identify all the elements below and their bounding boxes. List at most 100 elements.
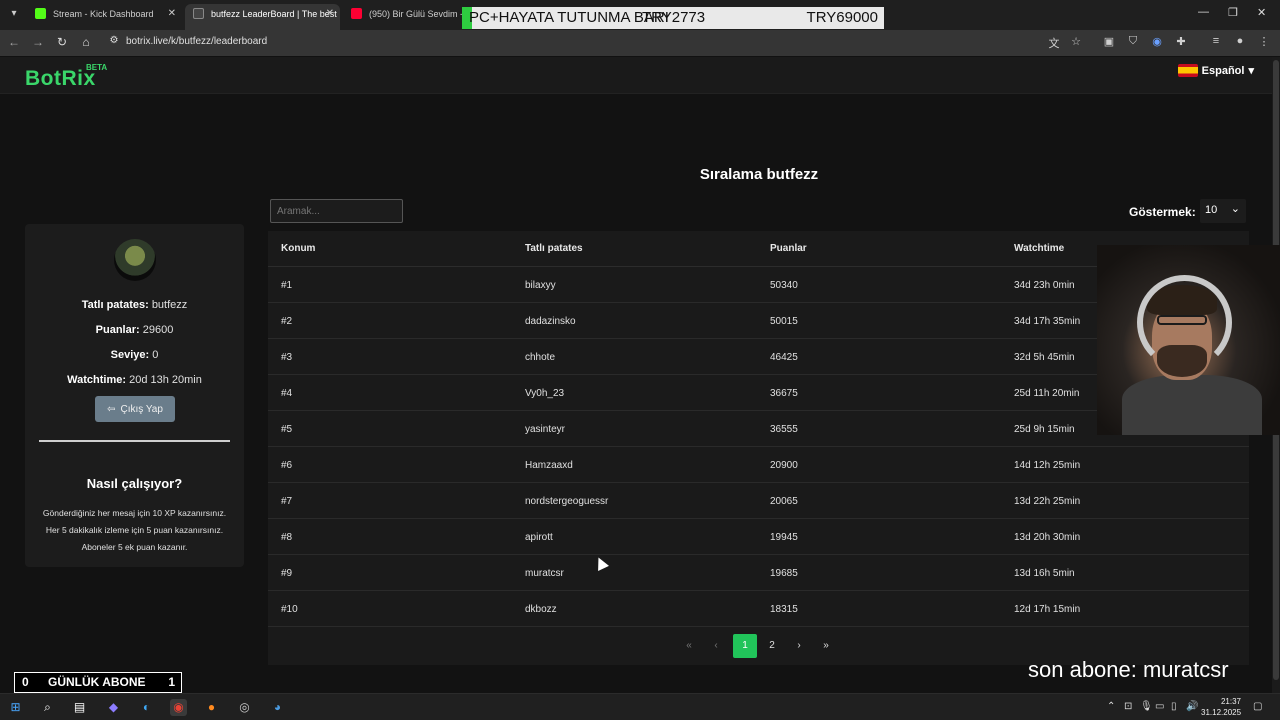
home-icon[interactable]: ⌂ [78,35,94,49]
row-rank: #6 [281,460,293,471]
obs-icon[interactable]: ◎ [236,699,253,716]
table-row: #8 apirott 19945 13d 20h 30min [268,519,1249,555]
notification-icon[interactable]: ▢ [1253,701,1262,712]
close-icon[interactable]: ✕ [168,4,176,24]
row-points: 20900 [770,460,798,471]
row-user: nordstergeoguessr [525,496,609,507]
row-points: 20065 [770,496,798,507]
site-info-icon[interactable]: ⚙ [106,35,122,46]
row-rank: #7 [281,496,293,507]
search-input[interactable] [270,199,403,223]
row-rank: #1 [281,280,293,291]
row-watchtime: 34d 23h 0min [1014,280,1075,291]
row-rank: #4 [281,388,293,399]
table-row: #9 muratcsr 19685 13d 16h 5min [268,555,1249,591]
prev-page-icon[interactable]: ‹ [704,634,728,658]
edge-icon[interactable]: ◐ [138,699,155,716]
sub-count-label: GÜNLÜK ABONE [48,675,146,689]
media-icon[interactable]: ≡ [1208,35,1224,47]
avatar [114,239,156,281]
windows-start-icon[interactable]: ⊞ [7,699,24,716]
page-1-button[interactable]: 1 [733,634,757,658]
last-page-icon[interactable]: » [814,634,838,658]
profile-name-label: Tatlı patates: [81,299,149,311]
sub-count-left: 0 [22,675,29,689]
profile-icon[interactable]: ● [1232,35,1248,47]
webcam-overlay [1097,245,1280,435]
translate-icon[interactable]: 文 [1046,35,1062,51]
bookmark-star-icon[interactable]: ☆ [1068,35,1084,48]
row-user: dkbozz [525,604,557,615]
forward-icon[interactable]: → [30,35,46,49]
divider [39,440,230,442]
first-page-icon[interactable]: « [677,634,701,658]
search-icon[interactable]: ⌕ [39,699,56,716]
back-icon[interactable]: ← [6,35,22,49]
tab-label: butfezz LeaderBoard | The best [211,9,337,19]
row-user: bilaxyy [525,280,556,291]
firefox-icon[interactable]: ● [203,699,220,716]
kick-icon [35,8,46,19]
tray-app-icon[interactable]: ⊡ [1124,701,1132,712]
close-window-icon[interactable]: ✕ [1257,6,1266,19]
row-watchtime: 25d 9h 15min [1014,424,1075,435]
header-rank[interactable]: Konum [281,243,315,254]
address-bar: ← → ↻ ⌂ ⚙ botrix.live/k/butfezz/leaderbo… [0,30,1280,57]
donation-ticker: PC+HAYATA TUTUNMA BARI TRY2773 TRY69000 [462,7,884,29]
clock[interactable]: 21:37 31.12.2025 [1201,696,1241,718]
close-icon[interactable]: ✕ [326,4,334,24]
page-size-select[interactable]: 10 ⌄ [1200,199,1246,223]
header-points[interactable]: Puanlar [770,243,807,254]
copilot-icon[interactable]: ◆ [105,699,122,716]
chrome-icon[interactable]: ◉ [170,699,187,716]
url-field[interactable]: botrix.live/k/butfezz/leaderboard [126,36,267,47]
language-label: Español [1201,64,1245,77]
chevron-down-icon: ▾ [1248,65,1254,77]
table-row: #7 nordstergeoguessr 20065 13d 22h 25min [268,483,1249,519]
steam-icon[interactable]: ◕ [269,699,286,716]
puzzle-icon[interactable]: ✚ [1173,35,1189,48]
logout-button[interactable]: ⇦ Çıkış Yap [95,396,175,422]
how-it-works-text: Gönderdiğiniz her mesaj için 10 XP kazan… [35,505,234,556]
profile-name-value: butfezz [151,299,188,311]
daily-sub-counter: 0 GÜNLÜK ABONE 1 [14,672,182,693]
tab-leaderboard[interactable]: butfezz LeaderBoard | The best ✕ [185,4,340,30]
row-user: apirott [525,532,553,543]
sub-count-right: 1 [168,675,175,689]
webcam-shirt [1122,375,1262,435]
task-view-icon[interactable]: ▤ [71,699,88,716]
next-page-icon[interactable]: › [787,634,811,658]
how-line-3: Aboneler 5 ek puan kazanır. [81,542,188,552]
youtube-icon [351,8,362,19]
row-rank: #8 [281,532,293,543]
menu-icon[interactable]: ⋮ [1256,35,1272,48]
how-it-works-title: Nasıl çalışıyor? [86,476,183,491]
network-icon[interactable]: ▯ [1171,701,1177,712]
volume-icon[interactable]: 🔊 [1186,701,1198,712]
tab-kick-dashboard[interactable]: Stream - Kick Dashboard ✕ [27,4,182,30]
language-selector[interactable]: Español ▾ [1177,64,1254,77]
tray-chevron-icon[interactable]: ⌃ [1107,701,1115,712]
profile-name: Tatlı patates: butfezz [25,299,244,311]
reload-icon[interactable]: ↻ [54,35,70,49]
header-watchtime[interactable]: Watchtime [1014,243,1064,254]
restore-icon[interactable]: ❐ [1228,6,1238,19]
tab-search-icon[interactable]: ▾ [6,6,22,22]
profile-points-label: Puanlar: [95,324,140,336]
how-line-1: Gönderdiğiniz her mesaj için 10 XP kazan… [42,508,227,518]
shield-icon[interactable]: ⛉ [1125,35,1141,48]
header-user[interactable]: Tatlı patates [525,243,583,254]
tab-label: Stream - Kick Dashboard [53,9,154,19]
page-2-button[interactable]: 2 [760,634,784,658]
minimize-icon[interactable]: — [1198,6,1209,18]
row-points: 18315 [770,604,798,615]
tab-youtube[interactable]: (950) Bir Gülü Sevdim - You [343,4,463,30]
page-title: Sıralama butfezz [699,166,819,183]
row-user: yasinteyr [525,424,566,435]
row-watchtime: 34d 17h 35min [1014,316,1081,327]
audio-extension-icon[interactable]: ◉ [1149,35,1165,48]
display-icon[interactable]: ▭ [1155,701,1164,712]
microphone-icon[interactable]: 🎙 [1140,701,1153,712]
ticker-goal: PC+HAYATA TUTUNMA BARI [469,9,669,26]
extension-icon[interactable]: ▣ [1101,35,1117,48]
